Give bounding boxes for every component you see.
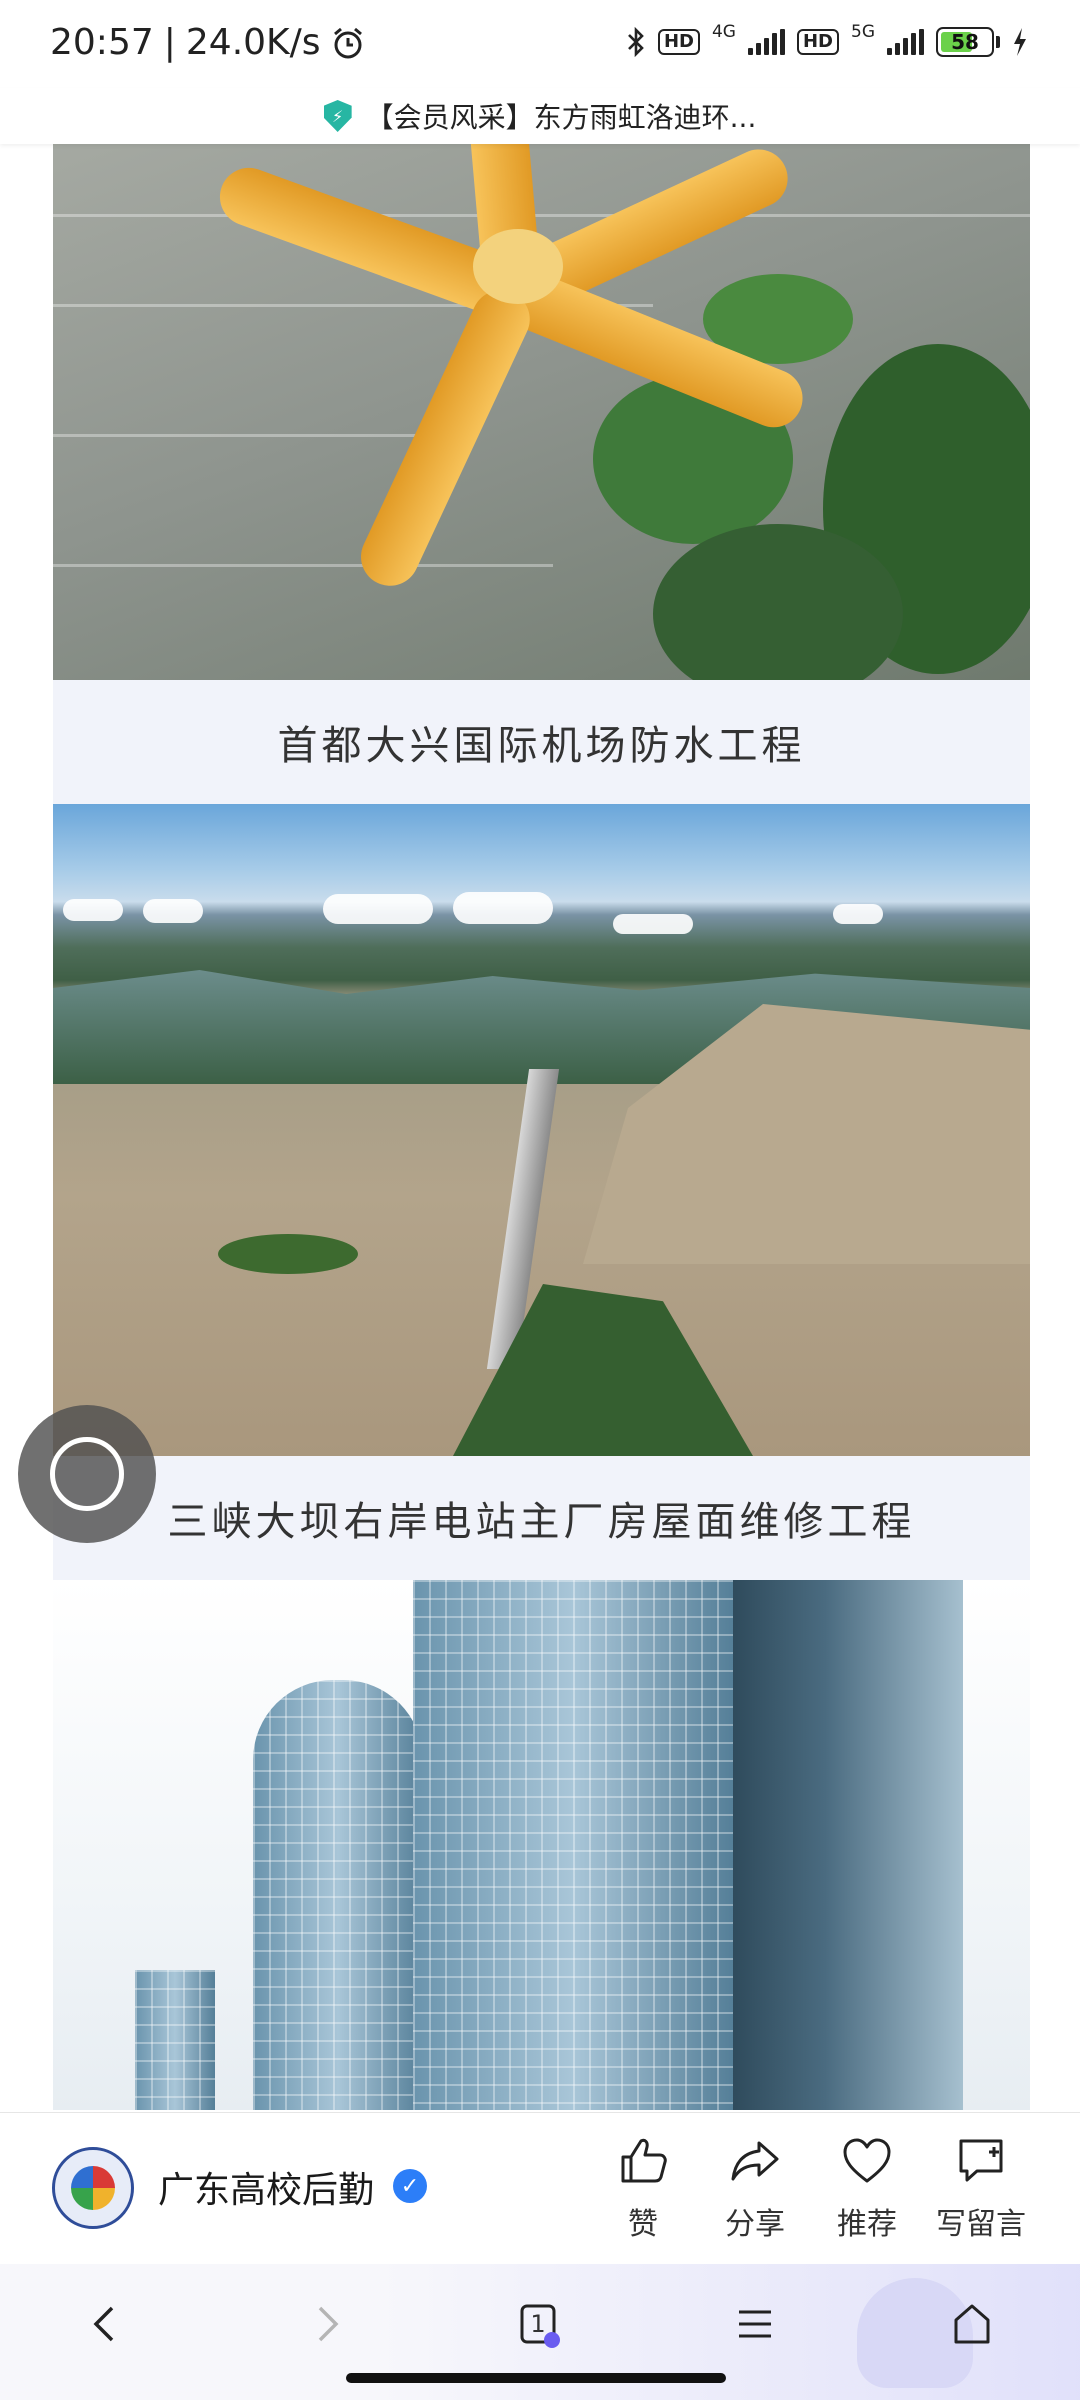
tabs-count: 1 bbox=[530, 2310, 546, 2338]
status-bar: 20:57 | 24.0K/s HD 4G HD 5G 58 bbox=[0, 0, 1080, 90]
account-name[interactable]: 广东高校后勤 bbox=[158, 2161, 374, 2213]
status-time: 20:57 bbox=[50, 22, 154, 63]
home-button[interactable] bbox=[932, 2284, 1012, 2364]
menu-icon bbox=[739, 2310, 771, 2338]
menu-button[interactable] bbox=[715, 2284, 795, 2364]
tabs-button[interactable]: 1 bbox=[498, 2284, 578, 2364]
hd-badge: HD bbox=[657, 29, 700, 55]
status-separator: | bbox=[163, 22, 176, 63]
airport-photo[interactable] bbox=[53, 144, 1030, 680]
write-comment-label: 写留言 bbox=[936, 2207, 1026, 2242]
like-label: 赞 bbox=[628, 2207, 658, 2242]
forward-button[interactable] bbox=[286, 2284, 366, 2364]
alarm-clock-icon bbox=[333, 27, 362, 58]
status-right: HD 4G HD 5G 58 bbox=[626, 22, 1028, 58]
network-type-1: 4G bbox=[711, 22, 736, 42]
bluetooth-icon bbox=[628, 26, 644, 58]
building-photo[interactable] bbox=[53, 1580, 1030, 2110]
verified-badge-icon: ✓ bbox=[393, 2169, 427, 2203]
comment-add-icon bbox=[959, 2139, 1003, 2182]
home-indicator[interactable] bbox=[346, 2373, 726, 2383]
article-action-bar: 广东高校后勤 ✓ 赞 分享 推荐 写留言 bbox=[0, 2112, 1080, 2265]
chevron-left-icon bbox=[93, 2306, 114, 2342]
status-left: 20:57 | 24.0K/s bbox=[50, 22, 365, 63]
account-avatar[interactable] bbox=[52, 2147, 134, 2229]
signal-bars-1 bbox=[747, 29, 785, 55]
battery-indicator: 58 bbox=[936, 27, 994, 57]
recommend-label: 推荐 bbox=[837, 2207, 897, 2242]
share-label: 分享 bbox=[725, 2207, 785, 2242]
like-button[interactable]: 赞 bbox=[588, 2135, 698, 2245]
network-type-2: 5G bbox=[851, 22, 875, 42]
signal-bars-2 bbox=[887, 29, 924, 55]
circle-ring-icon bbox=[50, 1437, 124, 1511]
heart-icon bbox=[843, 2138, 891, 2183]
write-comment-button[interactable]: 写留言 bbox=[926, 2135, 1036, 2245]
share-button[interactable]: 分享 bbox=[700, 2135, 810, 2245]
dam-photo[interactable] bbox=[53, 804, 1030, 1456]
home-icon bbox=[954, 2304, 990, 2344]
page-title: 【会员风采】东方雨虹洛迪环... bbox=[365, 101, 757, 134]
account-logo-icon bbox=[71, 2166, 115, 2210]
network-speed: 24.0K/s bbox=[185, 22, 321, 63]
page-title-bar[interactable]: ⚡ 【会员风采】东方雨虹洛迪环... bbox=[0, 88, 1080, 144]
chevron-right-icon bbox=[318, 2306, 339, 2342]
battery-cap bbox=[996, 36, 1000, 48]
back-button[interactable] bbox=[66, 2284, 146, 2364]
hd-badge: HD bbox=[796, 29, 839, 55]
photo-caption: 三峡大坝右岸电站主厂房屋面维修工程 bbox=[53, 1456, 1030, 1580]
article-content[interactable]: 首都大兴国际机场防水工程 三峡大坝右岸电站主厂房屋面维修工程 bbox=[53, 144, 1030, 2110]
share-arrow-icon bbox=[731, 2141, 779, 2181]
thumbs-up-icon bbox=[621, 2138, 667, 2183]
floating-assist-button[interactable] bbox=[18, 1405, 156, 1543]
photo-caption: 首都大兴国际机场防水工程 bbox=[53, 680, 1030, 804]
lightning-icon bbox=[1014, 28, 1026, 56]
recommend-button[interactable]: 推荐 bbox=[812, 2135, 922, 2245]
shield-icon: ⚡ bbox=[323, 100, 352, 132]
battery-level: 58 bbox=[951, 30, 979, 54]
